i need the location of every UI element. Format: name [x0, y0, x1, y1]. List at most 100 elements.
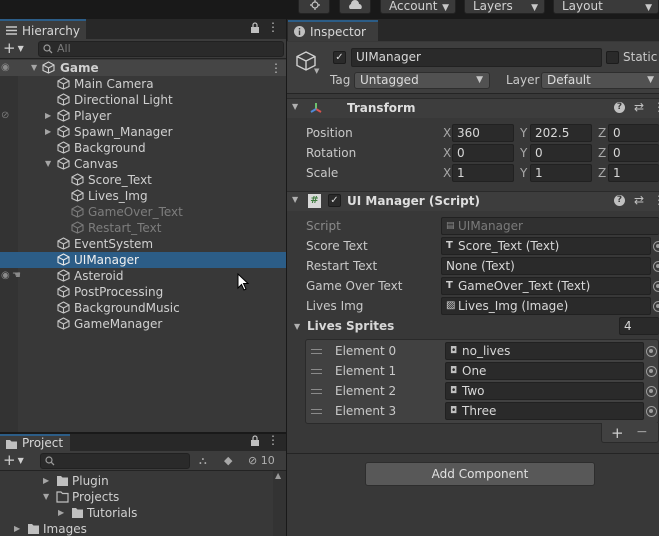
kebab-menu-icon[interactable]: ⋮: [653, 100, 659, 114]
hierarchy-item[interactable]: Lives_Img: [0, 188, 287, 204]
x-axis-label[interactable]: X: [443, 166, 451, 180]
active-checkbox[interactable]: ✓: [333, 51, 346, 64]
drag-handle-icon[interactable]: [311, 349, 322, 354]
ui-manager-header[interactable]: ▼ # ✓ UI Manager (Script) ? ⇄ ⋮: [287, 191, 659, 211]
project-item[interactable]: ▶ Tutorials: [0, 505, 276, 521]
services-icon[interactable]: [298, 0, 330, 14]
lock-icon[interactable]: [250, 435, 260, 447]
z-axis-label[interactable]: Z: [598, 146, 606, 160]
hierarchy-item[interactable]: EventSystem: [0, 236, 287, 252]
hierarchy-item[interactable]: ▼ Canvas: [0, 156, 287, 172]
lives-sprites-size-input[interactable]: 4: [619, 317, 659, 335]
object-picker-icon[interactable]: [646, 386, 657, 397]
hierarchy-item[interactable]: BackgroundMusic: [0, 300, 287, 316]
hierarchy-item[interactable]: GameManager: [0, 316, 287, 332]
filter-by-label-icon[interactable]: ◆: [224, 454, 232, 467]
component-enabled-checkbox[interactable]: ✓: [328, 194, 341, 207]
project-item[interactable]: ▶ Plugin: [0, 473, 276, 489]
drag-handle-icon[interactable]: [311, 369, 322, 374]
hierarchy-item[interactable]: Restart_Text: [0, 220, 287, 236]
position-y-input[interactable]: 202.5: [530, 124, 592, 142]
x-axis-label[interactable]: X: [443, 146, 451, 160]
scale-z-input[interactable]: 1: [608, 164, 659, 182]
hierarchy-item[interactable]: Score_Text: [0, 172, 287, 188]
chevron-right-icon[interactable]: ▶: [58, 505, 64, 521]
scale-x-input[interactable]: 1: [452, 164, 514, 182]
tab-project[interactable]: Project: [0, 434, 70, 451]
element-sprite-field[interactable]: ◘ no_lives: [445, 342, 644, 360]
position-z-input[interactable]: 0: [608, 124, 659, 142]
create-asset-button[interactable]: + ▼: [3, 453, 29, 468]
pickable-icon[interactable]: ☚: [12, 268, 21, 284]
add-component-button[interactable]: Add Component: [365, 462, 595, 486]
scale-y-input[interactable]: 1: [530, 164, 592, 182]
rotation-x-input[interactable]: 0: [452, 144, 514, 162]
chevron-right-icon[interactable]: ▶: [45, 108, 51, 124]
kebab-menu-icon[interactable]: ⋮: [653, 193, 659, 207]
rotation-y-input[interactable]: 0: [530, 144, 592, 162]
project-search-input[interactable]: [40, 453, 190, 469]
project-item[interactable]: ▼ Projects: [0, 489, 276, 505]
chevron-right-icon[interactable]: ▶: [43, 473, 49, 489]
chevron-down-icon[interactable]: ▼: [292, 195, 298, 204]
preset-icon[interactable]: ⇄: [634, 193, 644, 207]
hierarchy-item[interactable]: Background: [0, 140, 287, 156]
filter-by-type-icon[interactable]: ⛬: [199, 454, 207, 468]
lives-img-field[interactable]: ▨ Lives_Img (Image): [441, 297, 651, 315]
object-picker-icon[interactable]: [653, 261, 659, 272]
hidden-eye-icon[interactable]: ⊘: [1, 108, 9, 124]
game-over-text-field[interactable]: T GameOver_Text (Text): [441, 277, 651, 295]
object-picker-icon[interactable]: [646, 406, 657, 417]
chevron-right-icon[interactable]: ▶: [14, 521, 20, 536]
eye-icon[interactable]: ◉: [1, 60, 10, 76]
kebab-menu-icon[interactable]: ⋮: [270, 60, 282, 76]
object-picker-icon[interactable]: [646, 346, 657, 357]
y-axis-label[interactable]: Y: [520, 146, 527, 160]
preset-icon[interactable]: ⇄: [634, 100, 644, 114]
project-item[interactable]: ▶ Images: [0, 521, 276, 536]
lives-sprites-label[interactable]: Lives Sprites: [307, 319, 394, 333]
drag-handle-icon[interactable]: [311, 409, 322, 414]
cloud-icon[interactable]: [339, 0, 371, 14]
hierarchy-item[interactable]: Directional Light: [0, 92, 287, 108]
object-picker-icon[interactable]: [653, 301, 659, 312]
rotation-z-input[interactable]: 0: [608, 144, 659, 162]
chevron-down-icon[interactable]: ▼: [292, 102, 298, 111]
chevron-down-icon[interactable]: ▼: [31, 60, 37, 76]
hierarchy-search-input[interactable]: All: [38, 41, 284, 57]
account-dropdown[interactable]: Account ▼: [380, 0, 456, 14]
object-picker-icon[interactable]: [653, 241, 659, 252]
chevron-down-icon[interactable]: ▼: [45, 156, 51, 172]
object-picker-icon[interactable]: [646, 366, 657, 377]
element-sprite-field[interactable]: ◘ Two: [445, 382, 644, 400]
project-scrollbar[interactable]: ▲: [273, 471, 286, 536]
hierarchy-scene-row[interactable]: ◉ ▼ Game ⋮: [0, 60, 287, 76]
drag-handle-icon[interactable]: [311, 389, 322, 394]
hierarchy-item[interactable]: Main Camera: [0, 76, 287, 92]
element-sprite-field[interactable]: ◘ One: [445, 362, 644, 380]
static-checkbox[interactable]: [606, 51, 619, 64]
element-sprite-field[interactable]: ◘ Three: [445, 402, 644, 420]
tab-hierarchy[interactable]: Hierarchy: [0, 19, 86, 39]
object-name-input[interactable]: UIManager: [351, 48, 602, 67]
lock-icon[interactable]: [250, 22, 260, 34]
remove-element-button[interactable]: −: [636, 424, 648, 440]
hierarchy-item[interactable]: ⊘ ▶ Player: [0, 108, 287, 124]
eye-icon[interactable]: ◉: [1, 268, 10, 284]
hidden-packages-toggle[interactable]: ⊘ 10: [248, 454, 284, 468]
y-axis-label[interactable]: Y: [520, 166, 527, 180]
tag-dropdown[interactable]: Untagged ▼: [354, 72, 490, 89]
add-element-button[interactable]: +: [611, 424, 624, 442]
chevron-down-icon[interactable]: ▼: [294, 322, 300, 331]
object-picker-icon[interactable]: [653, 281, 659, 292]
add-object-button[interactable]: + ▼: [3, 41, 29, 56]
tab-inspector[interactable]: Inspector: [288, 20, 378, 41]
kebab-menu-icon[interactable]: ⋮: [267, 434, 279, 448]
restart-text-field[interactable]: None (Text): [441, 257, 651, 275]
transform-header[interactable]: ▼ Transform ? ⇄ ⋮: [287, 98, 659, 118]
scroll-up-icon[interactable]: ▲: [275, 471, 281, 480]
z-axis-label[interactable]: Z: [598, 166, 606, 180]
x-axis-label[interactable]: X: [443, 126, 451, 140]
score-text-field[interactable]: T Score_Text (Text): [441, 237, 651, 255]
kebab-menu-icon[interactable]: ⋮: [267, 21, 279, 35]
